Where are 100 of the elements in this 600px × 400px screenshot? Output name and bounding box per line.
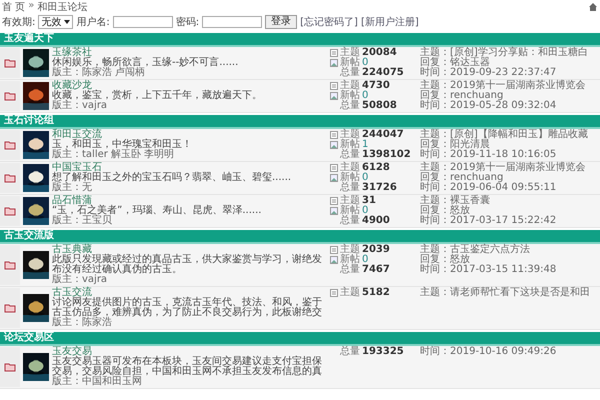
stat-value: 20084 bbox=[362, 48, 397, 58]
folder-icon bbox=[4, 58, 16, 68]
stat-label: 主题 bbox=[340, 81, 360, 91]
stat-value: 0 bbox=[362, 58, 368, 68]
stat-value: 1 bbox=[362, 140, 368, 150]
home-link[interactable]: 首 页 bbox=[2, 0, 26, 14]
breadcrumb-separator: » bbox=[28, 0, 34, 12]
stat-value: 0 bbox=[362, 255, 368, 265]
account-link[interactable]: [新用户注册] bbox=[360, 15, 419, 29]
last-post-info: 主题：[原创]学习分享贴：和田玉糖白 bbox=[420, 48, 588, 58]
stat-value: 7467 bbox=[362, 265, 390, 275]
last-post-info: 回复：renchuang bbox=[420, 91, 504, 101]
stat-label: 新帖 bbox=[340, 140, 360, 150]
last-post-info: 时间：2019-09-23 22:37:47 bbox=[420, 68, 556, 78]
last-post-info: 时间：2017-03-15 11:39:48 bbox=[420, 265, 556, 275]
moderators: 版主：taller 解玉卧 李明明 bbox=[52, 150, 176, 160]
caret-icon bbox=[64, 20, 70, 24]
stat-label: 新帖 bbox=[340, 173, 360, 183]
stat-value: 1398102 bbox=[362, 150, 411, 160]
expiry-dropdown[interactable]: 无效 bbox=[38, 15, 74, 29]
stat-value: 244047 bbox=[362, 130, 404, 140]
forum-description: 收藏，鉴宝，赏析，上下五千年，藏放遍天下。 bbox=[52, 91, 263, 101]
forum-title[interactable]: 品石惜蒲 bbox=[52, 196, 92, 206]
forum-title[interactable]: 玉友交易 bbox=[52, 347, 92, 357]
moderators: 版主：陈家浩 卢闯柄 bbox=[52, 68, 146, 78]
forum-description: 休闲娱乐，畅所欲言，玉缘--妙不可言...... bbox=[52, 58, 240, 68]
stat-value: 6128 bbox=[362, 163, 390, 173]
section-title[interactable]: 玉石讨论组 bbox=[4, 115, 54, 126]
moderators: 版主：中国和田玉网 bbox=[52, 377, 143, 387]
forum-title[interactable]: 收藏沙龙 bbox=[52, 81, 92, 91]
username-field[interactable] bbox=[112, 16, 173, 28]
stat-value: 0 bbox=[362, 91, 368, 101]
forum-title[interactable]: 和田玉交流 bbox=[52, 130, 102, 140]
forum-description: 玉，和田玉，中华瑰宝和田玉！ bbox=[52, 140, 193, 150]
forum-title[interactable]: 古玉交流 bbox=[52, 288, 92, 298]
stat-label: 主题 bbox=[340, 288, 360, 298]
last-post-info: 时间：2017-03-17 15:22:42 bbox=[420, 216, 556, 226]
username-label: 用户名: bbox=[76, 16, 110, 29]
stat-value: 224075 bbox=[362, 68, 404, 78]
stat-label: 总量 bbox=[340, 347, 360, 357]
last-post-info: 时间：2019-11-18 10:16:05 bbox=[420, 150, 556, 160]
section-title[interactable]: 古玉交流版 bbox=[4, 230, 54, 241]
forum-title[interactable]: 玉缘茶社 bbox=[52, 48, 92, 58]
last-post-info: 主题：请老师帮忙看下这块是否是和田 bbox=[420, 288, 590, 298]
forum-description: 玉友交易玉器可发布在本板块，玉友间交易建议走支付宝担保交易，交易风险自担，中国和田玉网不承担玉友发布信息的真 bbox=[52, 357, 323, 377]
forum-description: “玉，石之美者”，玛瑙、寿山、昆虎、翠泽...... bbox=[52, 206, 262, 216]
stat-value: 0 bbox=[362, 173, 368, 183]
last-post-info: 回复：阳光清晨 bbox=[420, 140, 490, 150]
folder-icon bbox=[4, 91, 16, 101]
last-post-info: 回复：铭达玉器 bbox=[420, 58, 490, 68]
last-post-info: 回复：怒放 bbox=[420, 255, 470, 265]
last-post-info: 主题：古玉鉴定六点方法 bbox=[420, 245, 530, 255]
section-title[interactable]: 玉友遍天下 bbox=[4, 33, 54, 44]
last-post-info: 主题：2019第十一届湖南茶业博览会 bbox=[420, 163, 586, 173]
forum-title[interactable]: 古玉典藏 bbox=[52, 245, 92, 255]
stat-value: 4730 bbox=[362, 81, 390, 91]
last-post-info: 主题：2019第十一届湖南茶业博览会 bbox=[420, 81, 586, 91]
folder-icon bbox=[4, 260, 16, 270]
folder-icon bbox=[4, 206, 16, 216]
moderators: 版主：vajra bbox=[52, 101, 108, 111]
image-icon bbox=[330, 174, 338, 182]
folder-icon bbox=[4, 303, 16, 313]
stat-label: 总量 bbox=[340, 183, 360, 193]
forum-link[interactable]: 和田玉论坛 bbox=[37, 0, 88, 14]
stat-value: 2039 bbox=[362, 245, 390, 255]
last-post-info: 回复：renchuang bbox=[420, 173, 504, 183]
account-link[interactable]: [忘记密码了] bbox=[300, 15, 358, 29]
stat-label: 总量 bbox=[340, 216, 360, 226]
moderators: 版主：陈家浩 bbox=[52, 318, 113, 328]
stat-label: 主题 bbox=[340, 130, 360, 140]
moderators: 版主：王宝贝 bbox=[52, 216, 113, 226]
stat-value: 5182 bbox=[362, 288, 390, 298]
folder-icon bbox=[4, 140, 16, 150]
home-icon[interactable] bbox=[588, 2, 598, 12]
expiry-label: 有效期: bbox=[2, 16, 36, 29]
last-post-info: 时间：2019-05-28 09:32:04 bbox=[420, 101, 556, 111]
last-post-info: 回复：怒放 bbox=[420, 206, 470, 216]
section-title[interactable]: 论坛交易区 bbox=[4, 332, 54, 343]
stat-label: 新帖 bbox=[340, 91, 360, 101]
last-post-info: 时间：2019-06-04 09:55:11 bbox=[420, 183, 556, 193]
login-button[interactable]: 登录 bbox=[265, 15, 298, 29]
image-icon bbox=[330, 207, 338, 215]
stat-value: 31726 bbox=[362, 183, 397, 193]
stat-label: 主题 bbox=[340, 245, 360, 255]
image-icon bbox=[330, 256, 338, 264]
stat-value: 193325 bbox=[362, 347, 404, 357]
password-label: 密码: bbox=[176, 16, 200, 29]
folder-icon bbox=[4, 362, 16, 372]
last-post-info: 主题：[原创]【降幅和田玉】雕品收藏 bbox=[420, 130, 588, 140]
moderators: 版主：vajra bbox=[52, 275, 108, 285]
last-post-info: 时间：2019-10-16 09:49:26 bbox=[420, 347, 556, 357]
image-icon bbox=[330, 141, 338, 149]
password-field[interactable] bbox=[202, 16, 262, 28]
forum-title[interactable]: 中国宝玉石 bbox=[52, 163, 102, 173]
image-icon bbox=[330, 92, 338, 100]
stat-label: 总量 bbox=[340, 150, 360, 160]
last-post-info: 主题：裸玉香囊 bbox=[420, 196, 490, 206]
stat-label: 主题 bbox=[340, 48, 360, 58]
forum-description: 讨论网友提供图片的古玉，克流古玉年代、技法、和风，鉴于古玉仿品多，难辨真伪，为了防止不良交易行为，此板谢绝交 bbox=[52, 298, 323, 318]
stat-label: 总量 bbox=[340, 101, 360, 111]
